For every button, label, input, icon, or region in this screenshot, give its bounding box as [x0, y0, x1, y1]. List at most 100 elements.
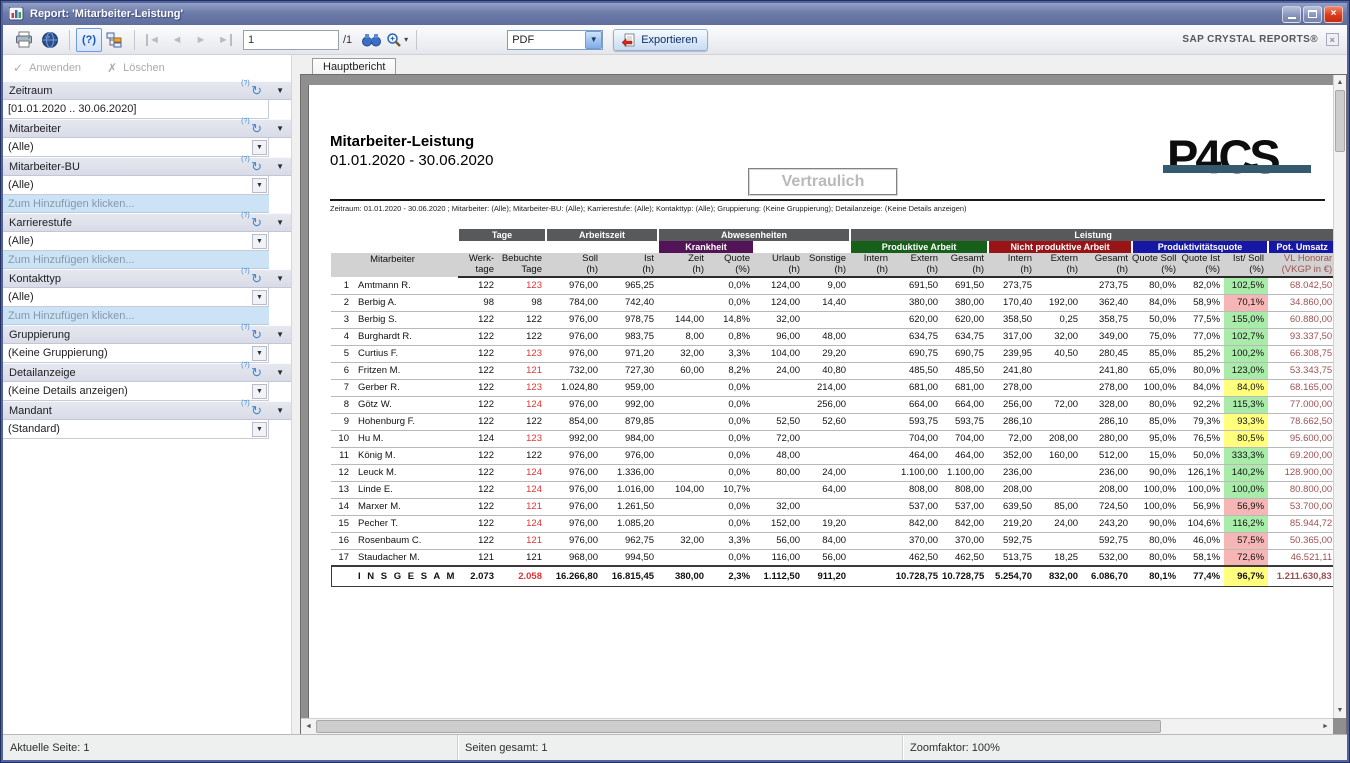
magnifier-icon — [387, 32, 402, 47]
dropdown-arrow-icon[interactable]: ▼ — [252, 421, 267, 437]
collapse-caret-icon[interactable]: ▼ — [276, 86, 284, 95]
param-value-7[interactable]: (Standard) ▼ — [3, 420, 269, 439]
minimize-button[interactable] — [1282, 5, 1301, 23]
band-row-2: Krankheit Produktive Arbeit Nicht produk… — [330, 241, 1338, 253]
tab-strip: Hauptbericht — [300, 55, 1347, 74]
page-number-input[interactable] — [243, 29, 339, 50]
param-header-zeitraum[interactable]: Zeitraum (?) ↻ ▼ — [3, 80, 291, 100]
param-add-row[interactable]: Zum Hinzufügen klicken... — [3, 307, 269, 325]
param-header-mitarbeiter[interactable]: Mitarbeiter (?) ↻ ▼ — [3, 118, 291, 138]
refresh-icon[interactable]: (?) ↻ — [241, 80, 262, 97]
param-value-4[interactable]: (Alle) ▼ — [3, 288, 269, 307]
table-row: 8 Götz W. 122 124 976,00 992,00 0,0% 256,00 664,… — [331, 396, 1337, 414]
col-mitarbeiter: Mitarbeiter — [331, 253, 458, 277]
refresh-icon[interactable]: (?) ↻ — [241, 400, 262, 417]
report-page: Mitarbeiter-Leistung 01.01.2020 - 30.06.… — [308, 85, 1338, 734]
search-button[interactable] — [358, 28, 384, 52]
vertical-scroll-thumb[interactable] — [1335, 90, 1345, 152]
band-tage: Tage — [457, 229, 547, 241]
table-row: 14 Marxer M. 122 121 976,00 1.261,50 0,0% 32,00… — [331, 498, 1337, 516]
collapse-caret-icon[interactable]: ▼ — [276, 368, 284, 377]
toggle-group-tree-button[interactable] — [102, 28, 128, 52]
close-button[interactable]: × — [1324, 5, 1343, 23]
zoom-dropdown-caret-icon[interactable]: ▾ — [404, 35, 408, 44]
toggle-parameter-panel-button[interactable]: (?) — [76, 27, 102, 52]
last-page-button[interactable]: ► — [213, 33, 237, 46]
scroll-left-icon[interactable]: ◄ — [301, 719, 316, 734]
table-row: 1 Amtmann R. 122 123 976,00 965,25 0,0% 124,00 9… — [331, 277, 1337, 295]
toolbar: (?) ◄ ◄ ► ► /1 — [3, 25, 1347, 55]
dropdown-arrow-icon[interactable]: ▼ — [252, 139, 267, 155]
export-button[interactable] — [37, 28, 63, 52]
param-header-karrierestufe[interactable]: Karrierestufe (?) ↻ ▼ — [3, 212, 291, 232]
table-row: 9 Hohenburg F. 122 122 854,00 879,85 0,0% 52,50… — [331, 413, 1337, 431]
table-row: 6 Fritzen M. 122 121 732,00 727,30 60,00 8,2% 24… — [331, 362, 1337, 380]
param-value-1[interactable]: (Alle) ▼ — [3, 138, 269, 157]
collapse-caret-icon[interactable]: ▼ — [276, 330, 284, 339]
tab-hauptbericht[interactable]: Hauptbericht — [312, 58, 397, 74]
table-row: 2 Berbig A. 98 98 784,00 742,40 0,0% 124,00 14,4… — [331, 294, 1337, 312]
scroll-right-icon[interactable]: ► — [1318, 719, 1333, 734]
scroll-up-icon[interactable]: ▲ — [1334, 75, 1346, 90]
collapse-caret-icon[interactable]: ▼ — [276, 406, 284, 415]
refresh-icon[interactable]: (?) ↻ — [241, 268, 262, 285]
refresh-icon[interactable]: (?) ↻ — [241, 156, 262, 173]
param-header-mandant[interactable]: Mandant (?) ↻ ▼ — [3, 400, 291, 420]
table-row: 11 König M. 122 122 976,00 976,00 0,0% 48,00 464… — [331, 447, 1337, 465]
filter-summary: Zeitraum: 01.01.2020 - 30.06.2020 ; Mita… — [330, 204, 967, 213]
first-page-button[interactable]: ◄ — [141, 33, 165, 46]
param-value-6[interactable]: (Keine Details anzeigen) ▼ — [3, 382, 269, 401]
param-header-detailanzeige[interactable]: Detailanzeige (?) ↻ ▼ — [3, 362, 291, 382]
maximize-button[interactable] — [1303, 5, 1322, 23]
report-table: Tage Arbeitszeit Abwesenheiten Leistung — [330, 229, 1338, 587]
param-add-row[interactable]: Zum Hinzufügen klicken... — [3, 195, 269, 213]
horizontal-scrollbar[interactable]: ◄ ► — [301, 718, 1333, 734]
print-button[interactable] — [11, 28, 37, 52]
param-value-3[interactable]: (Alle) ▼ — [3, 232, 269, 251]
param-header-gruppierung[interactable]: Gruppierung (?) ↻ ▼ — [3, 324, 291, 344]
group-tree-icon — [106, 32, 122, 47]
dropdown-arrow-icon[interactable]: ▼ — [252, 289, 267, 305]
horizontal-scroll-thumb[interactable] — [316, 720, 1161, 733]
table-row: 15 Pecher T. 122 124 976,00 1.085,20 0,0% 152,0… — [331, 515, 1337, 533]
dropdown-arrow-icon[interactable]: ▼ — [252, 233, 267, 249]
exportieren-button[interactable]: Exportieren — [613, 28, 709, 51]
refresh-icon[interactable]: (?) ↻ — [241, 212, 262, 229]
dropdown-arrow-icon[interactable]: ▼ — [252, 345, 267, 361]
page-total-label: /1 — [343, 33, 353, 46]
dropdown-arrow-icon[interactable]: ▼ — [252, 177, 267, 193]
dropdown-arrow-icon[interactable]: ▼ — [252, 383, 267, 399]
table-row: 7 Gerber R. 122 123 1.024,80 959,00 0,0% 214,00… — [331, 379, 1337, 397]
check-icon: ✓ — [13, 61, 24, 75]
param-add-row[interactable]: Zum Hinzufügen klicken... — [3, 251, 269, 269]
brand-dismiss-icon[interactable]: × — [1326, 33, 1339, 46]
collapse-caret-icon[interactable]: ▼ — [276, 274, 284, 283]
refresh-icon[interactable]: (?) ↻ — [241, 324, 262, 341]
select-dropdown-icon[interactable]: ▼ — [585, 30, 603, 49]
param-header-kontakttyp[interactable]: Kontakttyp (?) ↻ ▼ — [3, 268, 291, 288]
clear-button[interactable]: ✗ Löschen — [107, 61, 165, 75]
apply-button[interactable]: ✓ Anwenden — [13, 61, 81, 75]
zoom-button[interactable]: ▾ — [384, 28, 410, 52]
param-value-0[interactable]: [01.01.2020 .. 30.06.2020] — [3, 100, 269, 119]
param-header-mitarbeiter-bu[interactable]: Mitarbeiter-BU (?) ↻ ▼ — [3, 156, 291, 176]
scroll-down-icon[interactable]: ▼ — [1334, 703, 1346, 718]
next-page-button[interactable]: ► — [189, 34, 213, 46]
parameter-list: Zeitraum (?) ↻ ▼ [01.01.2020 .. 30.06.2020] M… — [3, 80, 291, 439]
panel-splitter[interactable] — [292, 55, 300, 734]
param-value-5[interactable]: (Keine Gruppierung) ▼ — [3, 344, 269, 363]
export-format-select[interactable]: PDF ▼ — [507, 29, 604, 50]
param-value-2[interactable]: (Alle) ▼ — [3, 176, 269, 195]
subband-nicht-produktive-arbeit: Nicht produktive Arbeit — [987, 241, 1134, 253]
band-abwesenheiten: Abwesenheiten — [657, 229, 852, 241]
previous-page-button[interactable]: ◄ — [165, 34, 189, 46]
collapse-caret-icon[interactable]: ▼ — [276, 124, 284, 133]
collapse-caret-icon[interactable]: ▼ — [276, 218, 284, 227]
refresh-icon[interactable]: (?) ↻ — [241, 118, 262, 135]
table-row: 16 Rosenbaum C. 122 121 976,00 962,75 32,00 3,3… — [331, 532, 1337, 550]
vertical-scrollbar[interactable]: ▲ ▼ — [1333, 75, 1346, 718]
subband-pot-umsatz: Pot. Umsatz — [1267, 241, 1338, 253]
refresh-icon[interactable]: (?) ↻ — [241, 362, 262, 379]
collapse-caret-icon[interactable]: ▼ — [276, 162, 284, 171]
export-arrow-icon — [621, 33, 635, 47]
